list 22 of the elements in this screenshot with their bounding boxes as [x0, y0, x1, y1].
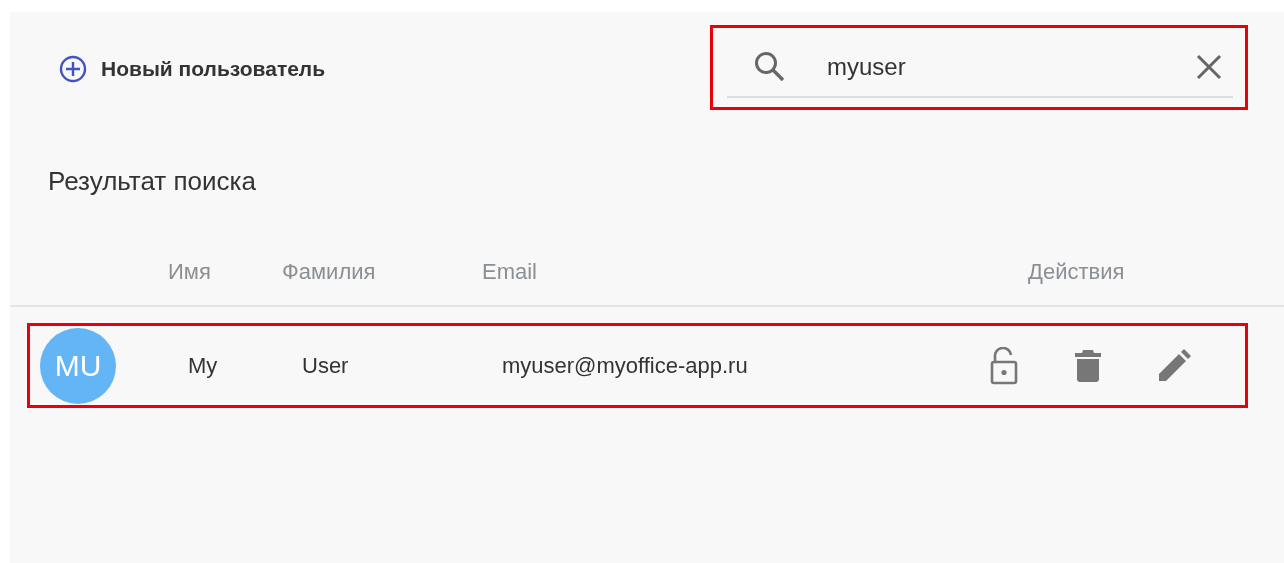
padlock-icon — [989, 346, 1019, 385]
new-user-button[interactable]: Новый пользователь — [55, 49, 330, 89]
edit-button[interactable] — [1157, 348, 1191, 383]
clear-button[interactable] — [1195, 53, 1223, 81]
close-icon — [1195, 53, 1223, 81]
avatar: MU — [40, 327, 116, 404]
add-icon — [59, 54, 87, 83]
search-input[interactable]: myuser — [827, 49, 1155, 85]
column-header: Email — [482, 258, 537, 284]
column-header: Фамилия — [282, 258, 376, 284]
column-header: Имя — [168, 258, 211, 284]
table-cell: myuser@myoffice-app.ru — [502, 353, 748, 378]
delete-button[interactable] — [1075, 348, 1101, 383]
pencil-icon — [1157, 348, 1191, 383]
column-header: Действия — [1028, 257, 1125, 286]
table-cell: My — [188, 353, 218, 378]
table-cell: User — [302, 353, 349, 378]
search-field[interactable]: myuser — [727, 38, 1233, 98]
section-title: Результат поиска — [48, 165, 257, 198]
unlock-button[interactable] — [989, 346, 1019, 385]
trash-icon — [1075, 348, 1101, 383]
search-icon — [753, 50, 787, 84]
